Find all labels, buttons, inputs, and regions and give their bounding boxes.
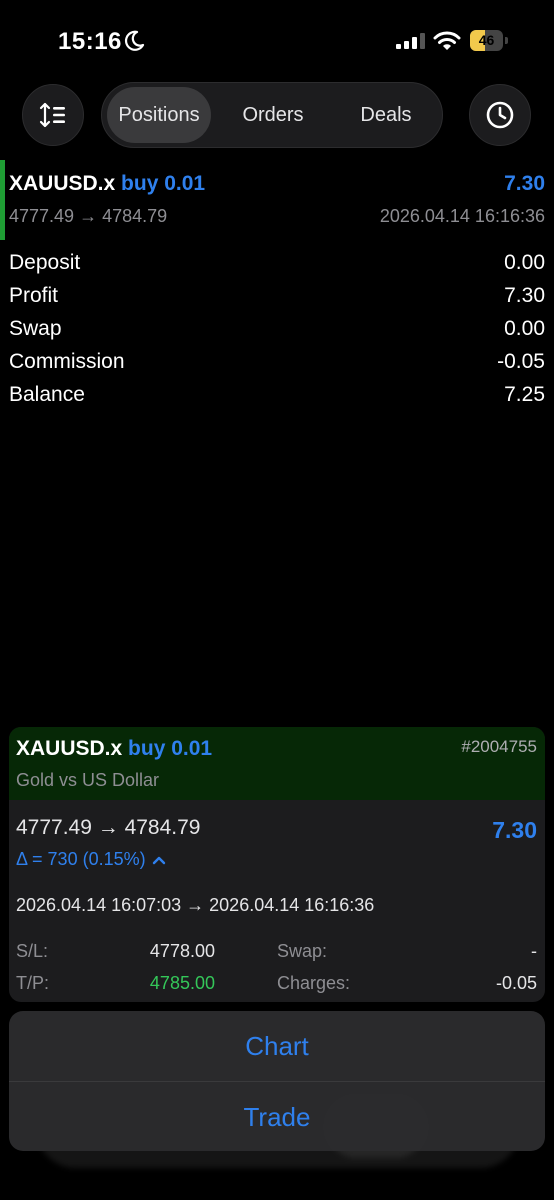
detail-title: XAUUSD.x buy 0.01 xyxy=(16,737,212,761)
deal-symbol: XAUUSD.x xyxy=(9,172,116,195)
cellular-signal-icon xyxy=(396,33,425,49)
summary-value: 0.00 xyxy=(504,251,545,274)
summary-list: Deposit 0.00 Profit 7.30 Swap 0.00 Commi… xyxy=(0,248,554,413)
chart-button[interactable]: Chart xyxy=(9,1011,545,1081)
clock-icon xyxy=(486,101,514,129)
swap-value: - xyxy=(531,941,537,961)
detail-ticket: #2004755 xyxy=(461,737,537,756)
summary-label: Balance xyxy=(9,383,85,406)
tab-deals[interactable]: Deals xyxy=(338,87,434,143)
summary-value: 7.25 xyxy=(504,383,545,406)
detail-delta: Δ = 730 (0.15%) xyxy=(16,849,146,869)
trade-button[interactable]: Trade xyxy=(9,1082,545,1151)
tab-positions[interactable]: Positions xyxy=(107,87,211,143)
wifi-icon xyxy=(433,31,461,50)
summary-row-swap: Swap 0.00 xyxy=(0,314,554,347)
summary-row-balance: Balance 7.25 xyxy=(0,380,554,413)
summary-label: Swap xyxy=(9,317,62,340)
tabs-segmented-control: Positions Orders Deals xyxy=(101,82,443,148)
sort-icon xyxy=(39,102,65,128)
summary-row-deposit: Deposit 0.00 xyxy=(0,248,554,281)
chevron-up-icon xyxy=(152,856,165,864)
charges-label: Charges: xyxy=(277,973,351,993)
summary-label: Profit xyxy=(9,284,59,307)
status-time: 15:16 xyxy=(58,28,122,55)
summary-label: Deposit xyxy=(9,251,81,274)
charges-value: -0.05 xyxy=(495,973,537,993)
sort-button[interactable] xyxy=(22,84,84,146)
detail-type: buy 0.01 xyxy=(128,737,213,760)
tp-label: T/P: xyxy=(16,973,50,993)
deal-detail-header: XAUUSD.x buy 0.01 #2004755 Gold vs US Do… xyxy=(9,727,545,800)
summary-value: 0.00 xyxy=(504,317,545,340)
tab-orders[interactable]: Orders xyxy=(220,87,326,143)
detail-times: 2026.04.14 16:07:03 → 2026.04.14 16:16:3… xyxy=(16,895,375,915)
sl-value: 4778.00 xyxy=(149,941,215,961)
deal-profit: 7.30 xyxy=(504,172,545,195)
tp-value: 4785.00 xyxy=(149,973,215,993)
detail-description: Gold vs US Dollar xyxy=(16,770,160,790)
moon-icon xyxy=(125,30,145,51)
status-bar: 15:16 46 xyxy=(0,0,554,80)
buy-indicator-bar xyxy=(0,160,5,240)
deal-title: XAUUSD.x buy 0.01 xyxy=(9,172,205,196)
summary-row-profit: Profit 7.30 xyxy=(0,281,554,314)
summary-label: Commission xyxy=(9,350,125,373)
summary-value: -0.05 xyxy=(497,350,545,373)
summary-value: 7.30 xyxy=(504,284,545,307)
swap-label: Swap: xyxy=(277,941,328,961)
deal-prices: 4777.49 → 4784.79 xyxy=(9,206,168,226)
detail-prices: 4777.49 → 4784.79 xyxy=(16,816,201,839)
deal-type: buy 0.01 xyxy=(121,172,206,195)
detail-profit: 7.30 xyxy=(492,817,537,843)
sl-label: S/L: xyxy=(16,941,49,961)
deal-time: 2026.04.14 16:16:36 xyxy=(379,206,545,226)
battery-icon: 46 xyxy=(470,30,508,51)
action-sheet: Chart Trade xyxy=(9,1011,545,1151)
deal-row[interactable]: XAUUSD.x buy 0.01 7.30 4777.49 → 4784.79… xyxy=(0,160,554,240)
history-period-button[interactable] xyxy=(469,84,531,146)
battery-level: 46 xyxy=(478,32,495,48)
detail-delta-toggle[interactable]: Δ = 730 (0.15%) xyxy=(16,849,166,870)
detail-symbol: XAUUSD.x xyxy=(16,737,123,760)
deal-detail-card: XAUUSD.x buy 0.01 #2004755 Gold vs US Do… xyxy=(9,727,545,1002)
summary-row-commission: Commission -0.05 xyxy=(0,347,554,380)
